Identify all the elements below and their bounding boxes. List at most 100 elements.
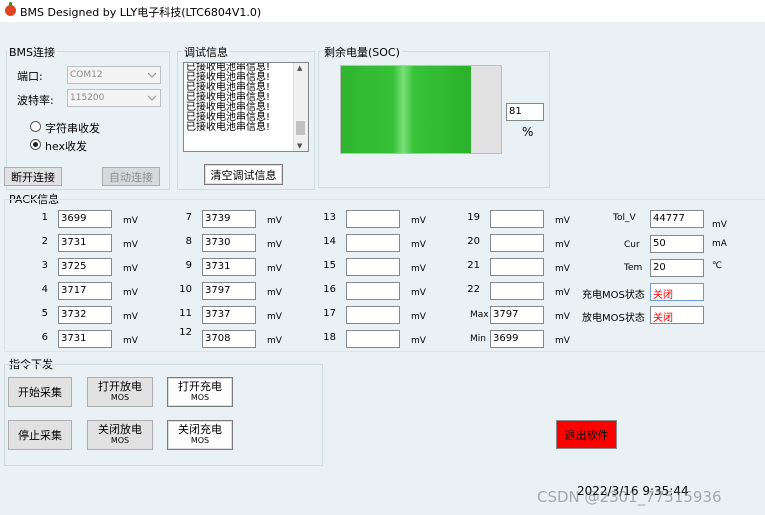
stop-collect-button[interactable]: 停止采集 bbox=[8, 420, 72, 450]
cell-15-label: 15 bbox=[323, 260, 336, 271]
open-discharge-mos-button[interactable]: 打开放电 MOS bbox=[87, 377, 153, 407]
open-charge-mos-button[interactable]: 打开充电 MOS bbox=[167, 377, 233, 407]
min-voltage-field[interactable]: 3699 bbox=[490, 330, 544, 348]
cell-7-unit: mV bbox=[267, 216, 282, 226]
cell-16-label: 16 bbox=[323, 284, 336, 295]
scroll-thumb[interactable] bbox=[296, 121, 305, 135]
start-collect-button[interactable]: 开始采集 bbox=[8, 377, 72, 407]
charge-mos-status-field[interactable]: 关闭 bbox=[650, 283, 704, 301]
chevron-down-icon bbox=[147, 72, 157, 78]
cell-19-unit: mV bbox=[555, 216, 570, 226]
cell-6-voltage-field[interactable]: 3731 bbox=[58, 330, 112, 348]
max-label: Max bbox=[470, 310, 489, 320]
cell-1-unit: mV bbox=[123, 216, 138, 226]
cell-20-unit: mV bbox=[555, 240, 570, 250]
cell-11-label: 11 bbox=[179, 308, 192, 319]
cell-3-unit: mV bbox=[123, 264, 138, 274]
radio-hex-label: hex收发 bbox=[45, 140, 88, 153]
cur-field[interactable]: 50 bbox=[650, 235, 704, 253]
tolv-field[interactable]: 44777 bbox=[650, 210, 704, 228]
cell-21-unit: mV bbox=[555, 264, 570, 274]
debug-log-textarea[interactable]: 已接收电池串信息! 已接收电池串信息! 已接收电池串信息! 已接收电池串信息! 已接收电… bbox=[183, 62, 309, 152]
log-scrollbar[interactable]: ▲ ▼ bbox=[293, 63, 308, 151]
tolv-label: Tol_V bbox=[613, 213, 636, 223]
min-label: Min bbox=[470, 334, 486, 344]
cell-8-voltage-field[interactable]: 3730 bbox=[202, 234, 256, 252]
cell-9-label: 9 bbox=[185, 260, 192, 271]
cell-5-label: 5 bbox=[41, 308, 48, 319]
close-discharge-mos-button[interactable]: 关闭放电 MOS bbox=[87, 420, 153, 450]
discharge-mos-status-field[interactable]: 关闭 bbox=[650, 306, 704, 324]
charge-mos-label: 充电MOS状态 bbox=[582, 290, 645, 301]
cell-17-voltage-field[interactable] bbox=[346, 306, 400, 324]
baud-label: 波特率: bbox=[17, 94, 54, 107]
cell-4-label: 4 bbox=[41, 284, 48, 295]
bms-connect-label: BMS连接 bbox=[7, 44, 58, 60]
cell-13-unit: mV bbox=[411, 216, 426, 226]
cell-19-voltage-field[interactable] bbox=[490, 210, 544, 228]
cell-15-voltage-field[interactable] bbox=[346, 258, 400, 276]
cell-7-label: 7 bbox=[185, 212, 192, 223]
cell-14-voltage-field[interactable] bbox=[346, 234, 400, 252]
radio-string-label: 字符串收发 bbox=[45, 122, 100, 135]
cell-5-unit: mV bbox=[123, 312, 138, 322]
cell-15-unit: mV bbox=[411, 264, 426, 274]
cell-21-voltage-field[interactable] bbox=[490, 258, 544, 276]
cell-2-label: 2 bbox=[41, 236, 48, 247]
cell-1-label: 1 bbox=[41, 212, 48, 223]
cur-unit: mA bbox=[712, 239, 727, 249]
exit-software-button[interactable]: 退出软件 bbox=[556, 420, 617, 449]
cell-2-voltage-field[interactable]: 3731 bbox=[58, 234, 112, 252]
cell-16-unit: mV bbox=[411, 288, 426, 298]
cell-12-voltage-field[interactable]: 3708 bbox=[202, 330, 256, 348]
soc-label: 剩余电量(SOC) bbox=[322, 44, 402, 60]
cell-14-label: 14 bbox=[323, 236, 336, 247]
radio-hex-mode[interactable] bbox=[30, 139, 41, 150]
soc-value-field[interactable]: 81 bbox=[506, 103, 544, 121]
cur-label: Cur bbox=[624, 240, 640, 250]
auto-connect-button[interactable]: 自动连接 bbox=[102, 167, 160, 186]
chevron-down-icon bbox=[147, 95, 157, 101]
cell-4-voltage-field[interactable]: 3717 bbox=[58, 282, 112, 300]
app-logo-icon bbox=[5, 2, 16, 16]
cell-10-voltage-field[interactable]: 3797 bbox=[202, 282, 256, 300]
cell-16-voltage-field[interactable] bbox=[346, 282, 400, 300]
cell-22-voltage-field[interactable] bbox=[490, 282, 544, 300]
cell-22-label: 22 bbox=[467, 284, 480, 295]
cell-11-voltage-field[interactable]: 3737 bbox=[202, 306, 256, 324]
debug-label: 调试信息 bbox=[182, 44, 230, 60]
cell-13-label: 13 bbox=[323, 212, 336, 223]
cell-9-unit: mV bbox=[267, 264, 282, 274]
close-charge-mos-button[interactable]: 关闭充电 MOS bbox=[167, 420, 233, 450]
cell-13-voltage-field[interactable] bbox=[346, 210, 400, 228]
baud-select[interactable]: 115200 bbox=[67, 89, 161, 107]
cell-7-voltage-field[interactable]: 3739 bbox=[202, 210, 256, 228]
cell-20-voltage-field[interactable] bbox=[490, 234, 544, 252]
port-select[interactable]: COM12 bbox=[67, 66, 161, 84]
cell-18-voltage-field[interactable] bbox=[346, 330, 400, 348]
cell-17-label: 17 bbox=[323, 308, 336, 319]
disconnect-button[interactable]: 断开连接 bbox=[4, 167, 62, 186]
cell-8-unit: mV bbox=[267, 240, 282, 250]
min-unit: mV bbox=[555, 336, 570, 346]
tem-field[interactable]: 20 bbox=[650, 259, 704, 277]
scroll-down-icon[interactable]: ▼ bbox=[297, 142, 302, 150]
cell-12-label: 12 bbox=[179, 327, 192, 338]
cell-1-voltage-field[interactable]: 3699 bbox=[58, 210, 112, 228]
cell-3-voltage-field[interactable]: 3725 bbox=[58, 258, 112, 276]
clear-debug-button[interactable]: 清空调试信息 bbox=[204, 164, 283, 185]
port-label: 端口: bbox=[17, 70, 43, 83]
tem-unit: ℃ bbox=[712, 261, 723, 271]
scroll-up-icon[interactable]: ▲ bbox=[297, 64, 302, 72]
cell-9-voltage-field[interactable]: 3731 bbox=[202, 258, 256, 276]
cell-21-label: 21 bbox=[467, 260, 480, 271]
soc-progress-bar bbox=[340, 65, 502, 154]
max-voltage-field[interactable]: 3797 bbox=[490, 306, 544, 324]
radio-string-mode[interactable] bbox=[30, 121, 41, 132]
cell-5-voltage-field[interactable]: 3732 bbox=[58, 306, 112, 324]
cell-8-label: 8 bbox=[185, 236, 192, 247]
cell-11-unit: mV bbox=[267, 312, 282, 322]
cell-17-unit: mV bbox=[411, 312, 426, 322]
cell-4-unit: mV bbox=[123, 288, 138, 298]
cell-12-unit: mV bbox=[267, 336, 282, 346]
